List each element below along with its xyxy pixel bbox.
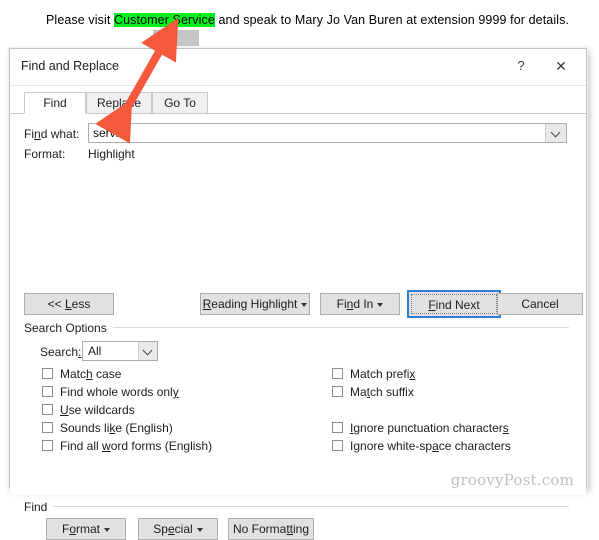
chevron-down-icon[interactable] <box>545 124 566 142</box>
checkbox-match-case[interactable]: Match case <box>42 366 121 382</box>
checkbox-find-all-word-forms[interactable]: Find all word forms (English) <box>42 438 212 454</box>
search-scope-value: All <box>88 344 102 358</box>
caret-down-icon <box>377 302 384 307</box>
checkbox-box[interactable] <box>42 404 53 415</box>
format-value: Highlight <box>88 147 135 161</box>
no-formatting-button[interactable]: No Formatting <box>228 518 314 540</box>
checkbox-label: Match prefix <box>350 367 416 381</box>
checkbox-label: Use wildcards <box>60 403 135 417</box>
dialog-title: Find and Replace <box>21 59 119 73</box>
search-options-group-label: Search Options <box>24 321 113 335</box>
special-button[interactable]: Special <box>138 518 218 540</box>
checkbox-box[interactable] <box>42 386 53 397</box>
checkbox-label: Match case <box>60 367 122 381</box>
document-sentence: Please visit Customer Service and speak … <box>46 13 569 27</box>
less-button[interactable]: << Less <box>24 293 114 315</box>
selection-block <box>153 30 199 46</box>
find-what-combobox[interactable] <box>88 123 567 143</box>
find-group-divider <box>24 506 569 507</box>
caret-down-icon <box>196 527 203 532</box>
checkbox-use-wildcards[interactable]: Use wildcards <box>42 402 135 418</box>
close-icon[interactable]: ✕ <box>548 54 574 78</box>
cancel-button[interactable]: Cancel <box>497 293 583 315</box>
checkbox-label: Find whole words only <box>60 385 179 399</box>
checkbox-box[interactable] <box>332 422 343 433</box>
dialog-tabs: Find Replace Go To <box>10 92 586 114</box>
caret-down-icon <box>104 527 111 532</box>
checkbox-box[interactable] <box>332 440 343 451</box>
format-label: Format: <box>24 147 66 161</box>
checkbox-box[interactable] <box>42 422 53 433</box>
tab-replace[interactable]: Replace <box>86 92 152 114</box>
watermark: groovyPost.com <box>450 471 574 489</box>
checkbox-ignore-punctuation[interactable]: Ignore punctuation characters <box>332 420 509 436</box>
find-and-replace-dialog: Find and Replace ? ✕ Find Replace Go To … <box>9 48 587 540</box>
find-in-button[interactable]: Find In <box>320 293 400 315</box>
checkbox-label: Sounds like (English) <box>60 421 173 435</box>
checkbox-label: Match suffix <box>350 385 414 399</box>
search-scope-combobox[interactable]: All <box>82 341 158 361</box>
checkbox-box[interactable] <box>332 386 343 397</box>
caret-down-icon <box>301 302 308 307</box>
highlighted-phrase: Customer Service <box>114 13 215 27</box>
find-next-button[interactable]: Find Next <box>407 290 501 318</box>
find-what-label: Find what: <box>24 127 80 141</box>
tab-go-to[interactable]: Go To <box>152 92 208 114</box>
chevron-down-icon[interactable] <box>138 342 157 360</box>
checkbox-label: Ignore punctuation characters <box>350 421 509 435</box>
find-group-label: Find <box>24 500 54 514</box>
checkbox-sounds-like[interactable]: Sounds like (English) <box>42 420 173 436</box>
checkbox-match-prefix[interactable]: Match prefix <box>332 366 415 382</box>
checkbox-ignore-whitespace[interactable]: Ignore white-space characters <box>332 438 511 454</box>
find-next-button-label: Find Next <box>411 294 497 314</box>
reading-highlight-button[interactable]: Reading Highlight <box>200 293 310 315</box>
checkbox-box[interactable] <box>332 368 343 379</box>
tab-find[interactable]: Find <box>24 92 86 114</box>
sentence-part-3: and speak to Mary Jo Van Buren at extens… <box>214 13 570 27</box>
checkbox-box[interactable] <box>42 440 53 451</box>
help-icon[interactable]: ? <box>508 54 534 78</box>
checkbox-box[interactable] <box>42 368 53 379</box>
format-button[interactable]: Format <box>46 518 126 540</box>
find-what-input[interactable] <box>89 124 545 142</box>
checkbox-find-whole-words-only[interactable]: Find whole words only <box>42 384 179 400</box>
sentence-part-1: Please visit <box>46 13 114 27</box>
checkbox-label: Find all word forms (English) <box>60 439 213 453</box>
checkbox-label: Ignore white-space characters <box>350 439 511 453</box>
dialog-body: Find what: Format: Highlight << Less Rea… <box>10 114 586 540</box>
checkbox-match-suffix[interactable]: Match suffix <box>332 384 414 400</box>
dialog-titlebar: Find and Replace ? ✕ <box>10 49 586 86</box>
search-scope-label: Search: <box>40 345 82 359</box>
